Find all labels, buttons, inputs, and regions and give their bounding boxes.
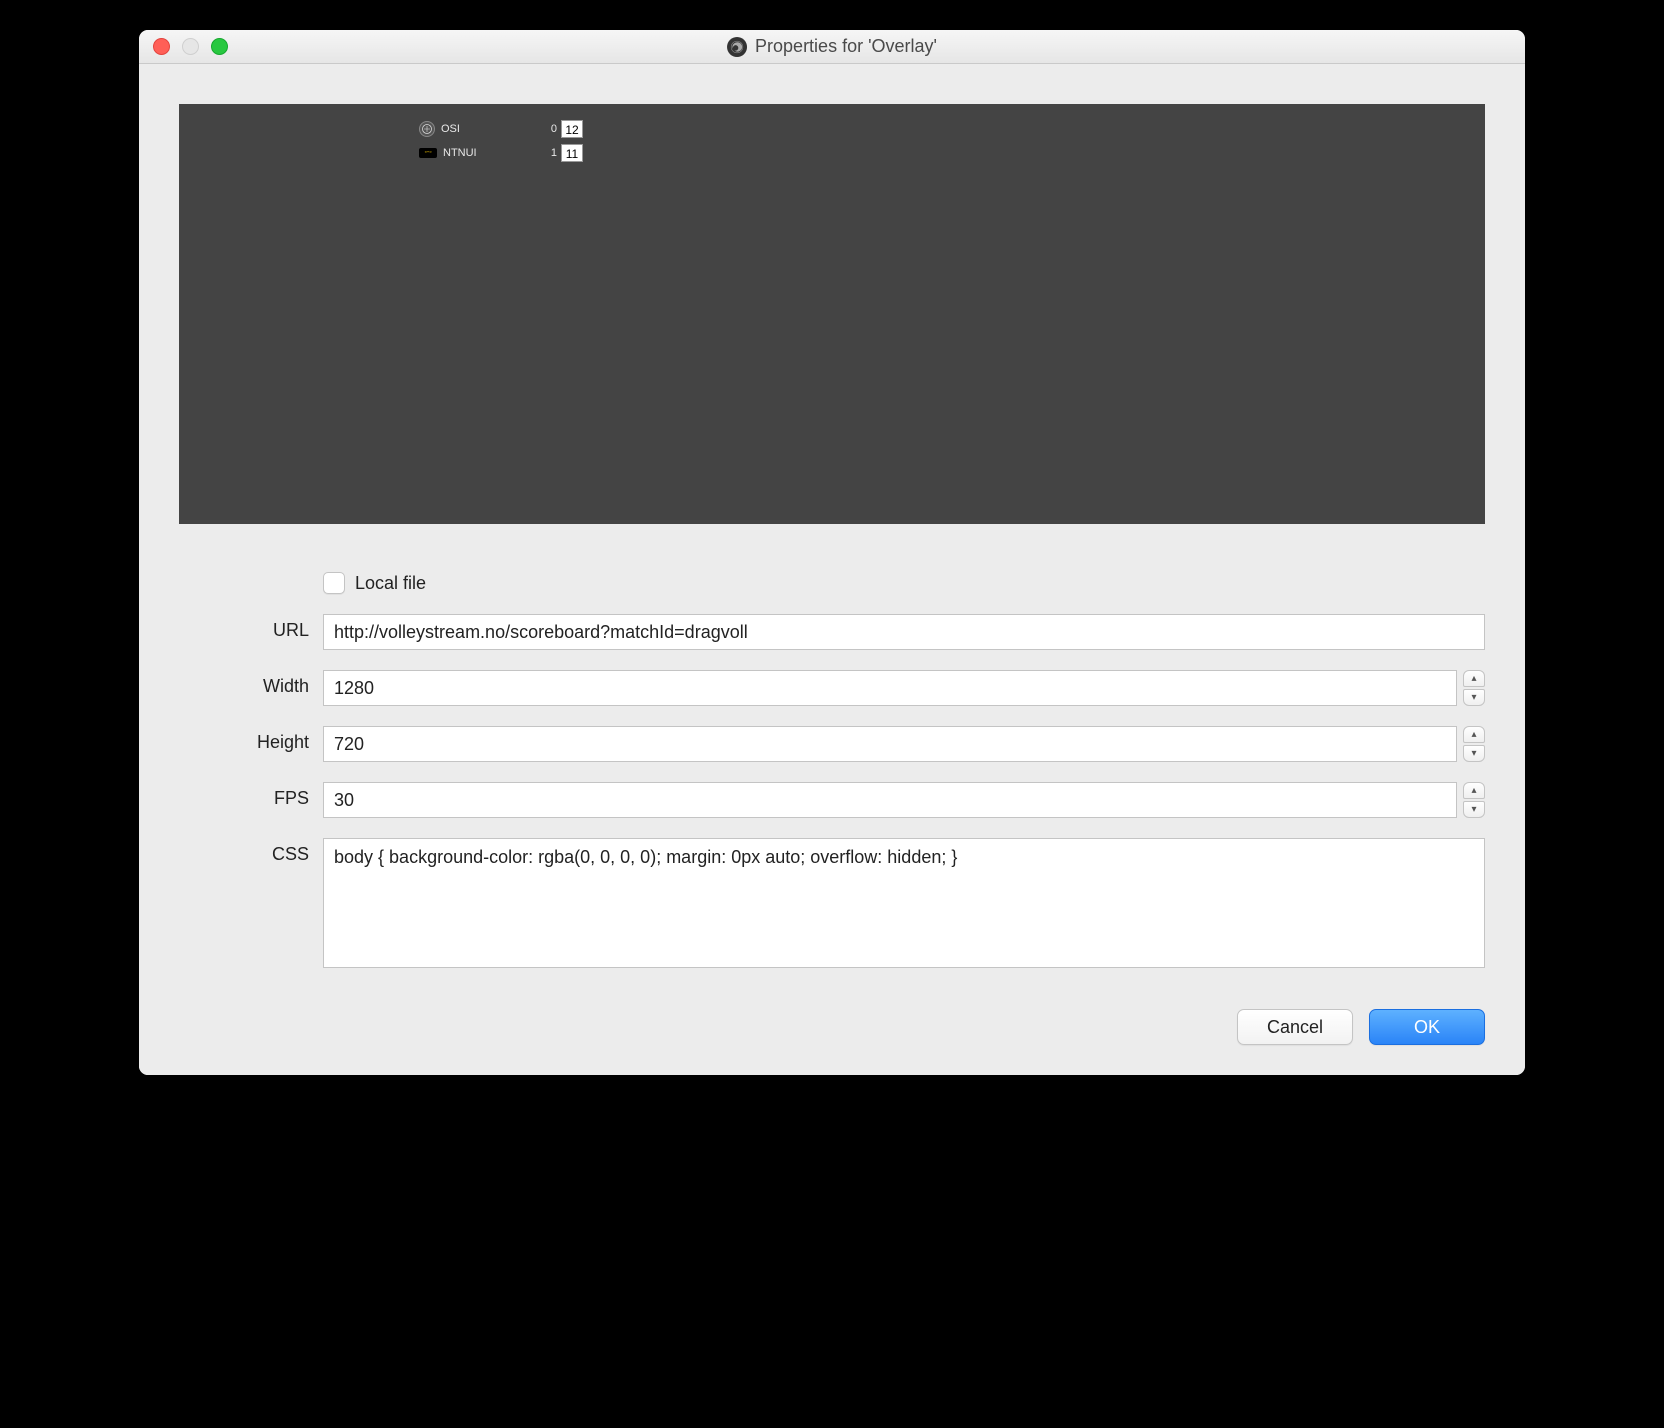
height-step-up[interactable]: ▴ [1463, 726, 1485, 743]
team2-name: NTNUI [443, 147, 541, 159]
team2-points: 11 [561, 144, 583, 162]
height-step-down[interactable]: ▾ [1463, 745, 1485, 762]
height-label: Height [179, 726, 309, 753]
team1-name: OSI [441, 123, 541, 135]
local-file-spacer [179, 572, 309, 578]
traffic-lights [139, 38, 228, 55]
titlebar: Properties for 'Overlay' [139, 30, 1525, 64]
window-body: OSI 0 12 ◦-◦ NTNUI 1 11 Local file URL [139, 64, 1525, 1075]
ok-button[interactable]: OK [1369, 1009, 1485, 1045]
width-spin: ▴ ▾ [1463, 670, 1485, 706]
height-input[interactable] [323, 726, 1457, 762]
width-input[interactable] [323, 670, 1457, 706]
fps-cell: ▴ ▾ [323, 782, 1485, 818]
fps-input[interactable] [323, 782, 1457, 818]
url-input[interactable] [323, 614, 1485, 650]
width-step-up[interactable]: ▴ [1463, 670, 1485, 687]
team1-points: 12 [561, 120, 583, 138]
url-cell [323, 614, 1485, 650]
dialog-footer: Cancel OK [179, 1009, 1485, 1045]
scoreboard-overlay: OSI 0 12 ◦-◦ NTNUI 1 11 [419, 118, 583, 166]
window-title: Properties for 'Overlay' [755, 36, 937, 57]
css-textarea[interactable] [323, 838, 1485, 968]
score-row-1: OSI 0 12 [419, 118, 583, 140]
score-row-2: ◦-◦ NTNUI 1 11 [419, 142, 583, 164]
fps-spin: ▴ ▾ [1463, 782, 1485, 818]
properties-window: Properties for 'Overlay' OSI 0 12 ◦-◦ NT… [139, 30, 1525, 1075]
team2-sets: 1 [541, 147, 557, 159]
team1-sets: 0 [541, 123, 557, 135]
obs-icon [727, 37, 747, 57]
cancel-button[interactable]: Cancel [1237, 1009, 1353, 1045]
team1-logo-icon [419, 121, 435, 137]
fps-step-down[interactable]: ▾ [1463, 801, 1485, 818]
height-cell: ▴ ▾ [323, 726, 1485, 762]
local-file-checkbox[interactable] [323, 572, 345, 594]
fps-step-up[interactable]: ▴ [1463, 782, 1485, 799]
fps-label: FPS [179, 782, 309, 809]
form-grid: Local file URL Width ▴ ▾ Height ▴ ▾ [179, 572, 1485, 973]
width-step-down[interactable]: ▾ [1463, 689, 1485, 706]
height-spin: ▴ ▾ [1463, 726, 1485, 762]
close-window-button[interactable] [153, 38, 170, 55]
source-preview: OSI 0 12 ◦-◦ NTNUI 1 11 [179, 104, 1485, 524]
css-label: CSS [179, 838, 309, 865]
titlebar-center: Properties for 'Overlay' [727, 36, 937, 57]
width-cell: ▴ ▾ [323, 670, 1485, 706]
local-file-label: Local file [355, 573, 426, 594]
zoom-window-button[interactable] [211, 38, 228, 55]
local-file-row: Local file [323, 572, 1485, 594]
width-label: Width [179, 670, 309, 697]
team2-logo-icon: ◦-◦ [419, 148, 437, 158]
css-cell [323, 838, 1485, 973]
url-label: URL [179, 614, 309, 641]
minimize-window-button [182, 38, 199, 55]
